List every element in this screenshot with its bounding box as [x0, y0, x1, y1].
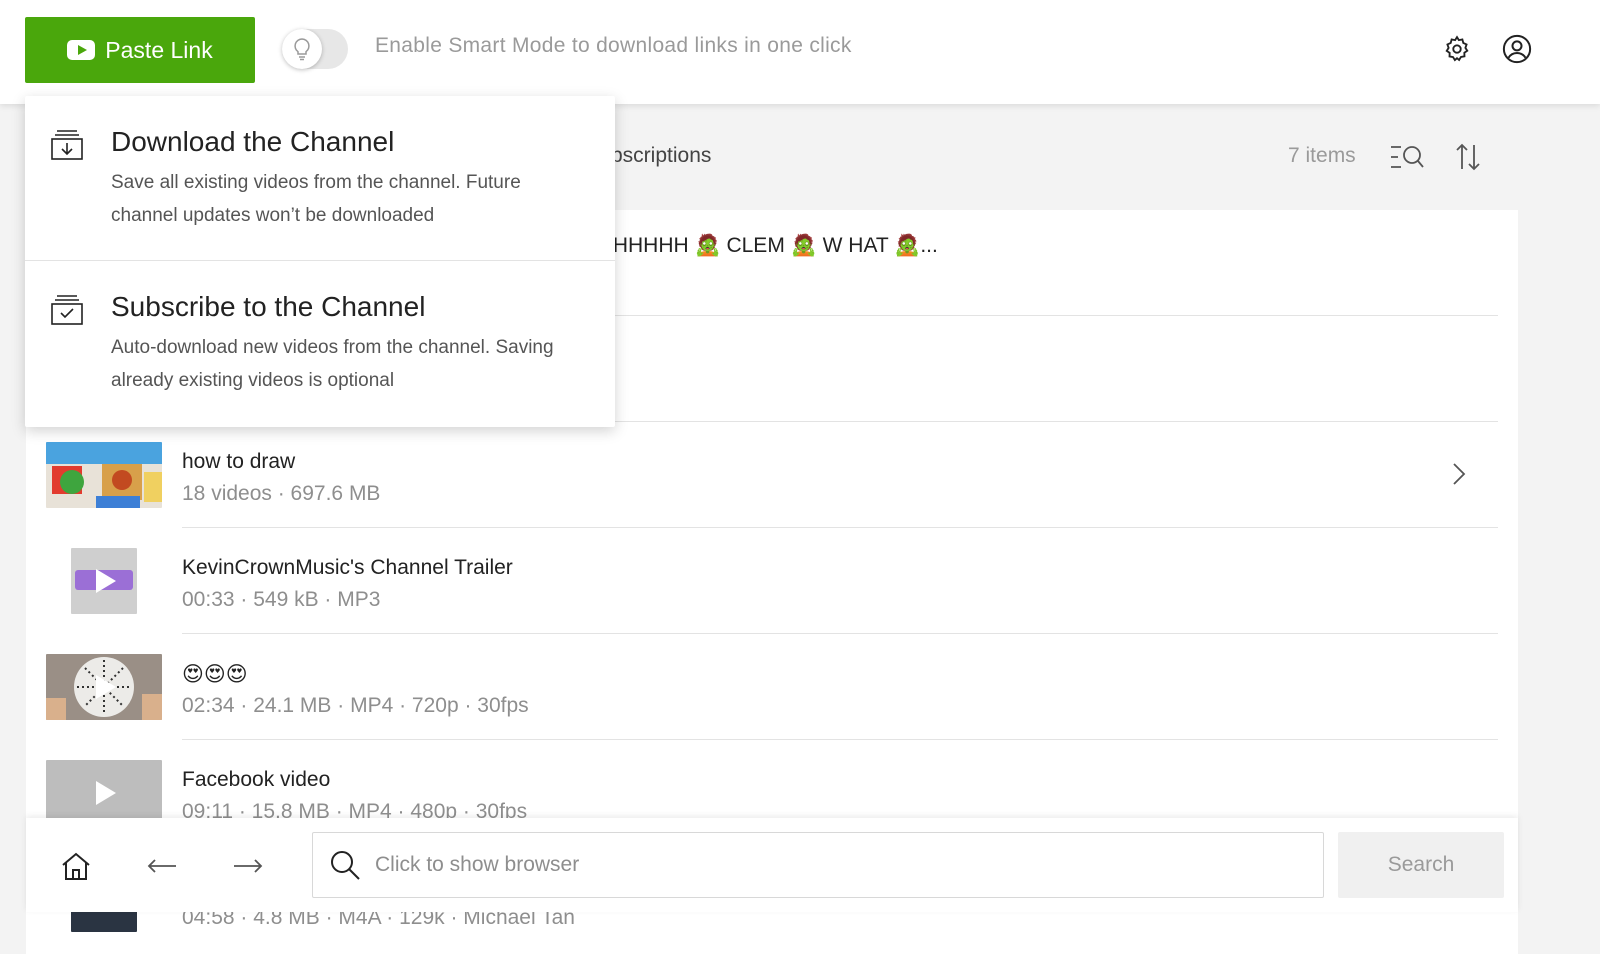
list-item-video[interactable]: 😍😍😍 02:34 · 24.1 MB · MP4 · 720p · 30fps — [26, 634, 1518, 740]
browser-address-field[interactable] — [312, 832, 1324, 898]
item-title: 😍😍😍 — [182, 663, 248, 686]
home-icon[interactable] — [58, 848, 94, 884]
search-button[interactable]: Search — [1338, 832, 1504, 898]
smart-mode-hint: Enable Smart Mode to download links in o… — [375, 34, 852, 57]
back-arrow-icon[interactable] — [144, 848, 180, 884]
filter-search-icon[interactable] — [1390, 140, 1424, 174]
browser-bar: Search — [26, 818, 1518, 912]
play-icon — [96, 675, 116, 699]
forward-arrow-icon[interactable] — [230, 848, 266, 884]
lightbulb-icon — [282, 29, 322, 69]
archive-download-icon — [51, 130, 83, 165]
list-header-title: bscriptions — [611, 144, 712, 167]
archive-check-icon — [51, 295, 83, 330]
item-thumbnail — [46, 654, 162, 720]
items-count: 7 items — [1288, 144, 1356, 167]
play-icon — [96, 781, 116, 805]
channel-options-popup: Download the Channel Save all existing v… — [25, 96, 615, 427]
sort-icon[interactable] — [1451, 140, 1485, 174]
account-icon[interactable] — [1501, 33, 1533, 65]
download-channel-title: Download the Channel — [111, 126, 395, 157]
paste-link-button[interactable]: Paste Link — [25, 17, 255, 83]
chevron-right-icon[interactable] — [1452, 462, 1466, 491]
item-title: how to draw — [182, 450, 296, 473]
youtube-play-icon — [67, 40, 96, 60]
smart-mode-toggle[interactable] — [282, 29, 348, 69]
settings-gear-icon[interactable] — [1441, 33, 1473, 65]
top-bar: Paste Link Enable Smart Mode to download… — [0, 0, 1600, 104]
item-meta: 18 videos · 697.6 MB — [182, 482, 381, 505]
item-title: Facebook video — [182, 768, 331, 791]
search-icon — [329, 849, 361, 886]
item-meta: 00:33 · 549 kB · MP3 — [182, 588, 381, 611]
subscribe-channel-option[interactable]: Subscribe to the Channel Auto-download n… — [25, 261, 615, 425]
play-icon — [96, 569, 116, 593]
paste-link-label: Paste Link — [105, 36, 213, 63]
download-channel-option[interactable]: Download the Channel Save all existing v… — [25, 96, 615, 260]
item-thumbnail — [46, 442, 162, 508]
list-item-video[interactable]: KevinCrownMusic's Channel Trailer 00:33 … — [26, 528, 1518, 634]
download-channel-description: Save all existing videos from the channe… — [111, 172, 521, 226]
browser-url-input[interactable] — [375, 833, 1305, 897]
subscribe-channel-title: Subscribe to the Channel — [111, 291, 426, 322]
item-thumbnail — [71, 548, 137, 614]
item-meta: 02:34 · 24.1 MB · MP4 · 720p · 30fps — [182, 694, 529, 717]
list-item-playlist[interactable]: how to draw 18 videos · 697.6 MB — [26, 422, 1518, 528]
item-thumbnail — [46, 760, 162, 826]
item-title: KevinCrownMusic's Channel Trailer — [182, 556, 513, 579]
subscribe-channel-description: Auto-download new videos from the channe… — [111, 337, 554, 391]
